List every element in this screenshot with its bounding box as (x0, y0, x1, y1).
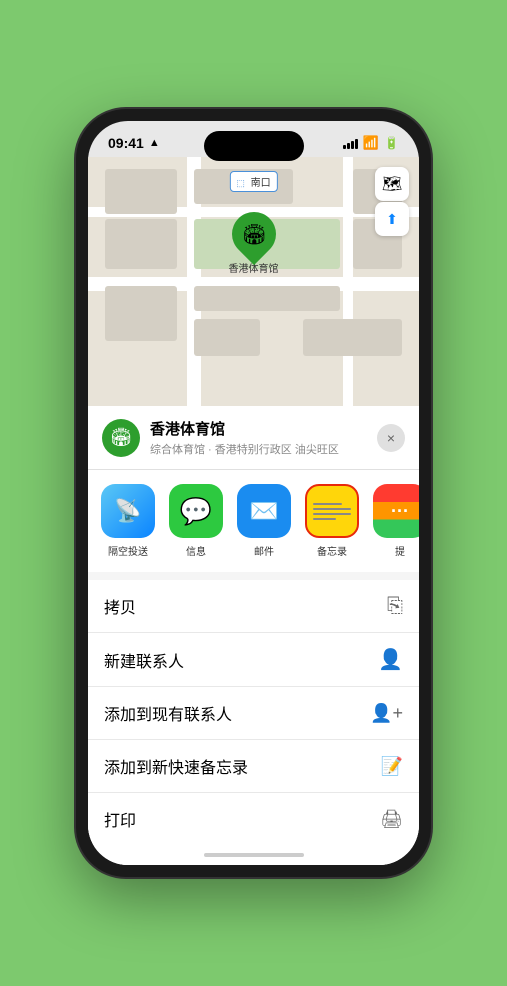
venue-subtitle: 综合体育馆 · 香港特别行政区 油尖旺区 (150, 441, 367, 457)
stadium-icon: 🏟 (241, 222, 266, 247)
notes-icon-wrap (305, 484, 359, 538)
action-quick-note[interactable]: 添加到新快速备忘录 📝 (88, 740, 419, 793)
airdrop-icon-wrap: 📡 (101, 484, 155, 538)
more-icon: ··· (391, 501, 409, 522)
map-type-icon: 🗺 (382, 174, 402, 194)
mail-icon: ✉️ (249, 497, 279, 526)
sheet-header: 🏟 香港体育馆 综合体育馆 · 香港特别行政区 油尖旺区 × (88, 406, 419, 470)
action-add-existing-contact[interactable]: 添加到现有联系人 👤+ (88, 687, 419, 740)
venue-name: 香港体育馆 (150, 418, 367, 439)
map-type-button[interactable]: 🗺 (375, 167, 409, 201)
map-area: ⬚ 南口 🏟 香港体育馆 🗺 ⬆ (88, 157, 419, 406)
phone-screen: 09:41 ▲ 📶 🔋 (88, 121, 419, 865)
home-bar (204, 853, 304, 857)
more-label: 提 (395, 543, 405, 558)
map-north-label: ⬚ 南口 (229, 171, 277, 192)
message-icon-wrap: 💬 (169, 484, 223, 538)
more-icon-wrap: ··· (373, 484, 419, 538)
venue-icon: 🏟 (102, 419, 140, 457)
status-icons: 📶 🔋 (343, 135, 399, 151)
person-icon: 👤 (378, 647, 403, 672)
action-new-contact[interactable]: 新建联系人 👤 (88, 633, 419, 687)
quick-note-label: 添加到新快速备忘录 (104, 754, 248, 778)
message-label: 信息 (186, 543, 206, 558)
share-notes[interactable]: 备忘录 (302, 484, 362, 558)
new-contact-label: 新建联系人 (104, 648, 184, 672)
location-button[interactable]: ⬆ (375, 202, 409, 236)
share-mail[interactable]: ✉️ 邮件 (234, 484, 294, 558)
action-print[interactable]: 打印 🖨 (88, 793, 419, 845)
mail-label: 邮件 (254, 543, 274, 558)
map-background (88, 157, 419, 406)
map-controls: 🗺 ⬆ (375, 167, 409, 236)
pin-icon-wrap: 🏟 (222, 203, 284, 265)
location-icon: ⬆ (386, 211, 398, 228)
print-label: 打印 (104, 807, 136, 831)
share-row: 📡 隔空投送 💬 信息 ✉️ 邮件 (88, 470, 419, 580)
phone-frame: 09:41 ▲ 📶 🔋 (76, 109, 431, 877)
bottom-sheet: 🏟 香港体育馆 综合体育馆 · 香港特别行政区 油尖旺区 × 📡 隔空投送 (88, 406, 419, 865)
action-copy[interactable]: 拷贝 ⎘ (88, 580, 419, 633)
share-more[interactable]: ··· 提 (370, 484, 419, 558)
map-pin: 🏟 香港体育馆 (229, 212, 279, 275)
copy-icon: ⎘ (387, 595, 403, 618)
signal-icon (343, 137, 358, 149)
venue-info: 香港体育馆 综合体育馆 · 香港特别行政区 油尖旺区 (150, 418, 367, 457)
copy-label: 拷贝 (104, 594, 136, 618)
share-airdrop[interactable]: 📡 隔空投送 (98, 484, 158, 558)
wifi-icon: 📶 (363, 135, 379, 151)
print-icon: 🖨 (380, 809, 403, 830)
message-icon: 💬 (180, 496, 212, 527)
close-icon: × (387, 430, 395, 446)
person-add-icon: 👤+ (370, 703, 403, 724)
airdrop-label: 隔空投送 (108, 543, 148, 558)
airdrop-icon: 📡 (114, 498, 141, 524)
close-button[interactable]: × (377, 424, 405, 452)
venue-stadium-icon: 🏟 (110, 427, 133, 448)
dynamic-island (204, 131, 304, 161)
action-list: 拷贝 ⎘ 新建联系人 👤 添加到现有联系人 👤+ 添加到新快速备忘录 📝 打印 (88, 580, 419, 845)
share-message[interactable]: 💬 信息 (166, 484, 226, 558)
home-indicator (88, 845, 419, 865)
mail-icon-wrap: ✉️ (237, 484, 291, 538)
status-time: 09:41 ▲ (108, 135, 160, 151)
location-arrow-icon: ▲ (149, 137, 160, 149)
note-icon: 📝 (381, 756, 403, 777)
battery-icon: 🔋 (384, 136, 399, 150)
notes-label: 备忘录 (317, 543, 347, 558)
add-existing-label: 添加到现有联系人 (104, 701, 232, 725)
